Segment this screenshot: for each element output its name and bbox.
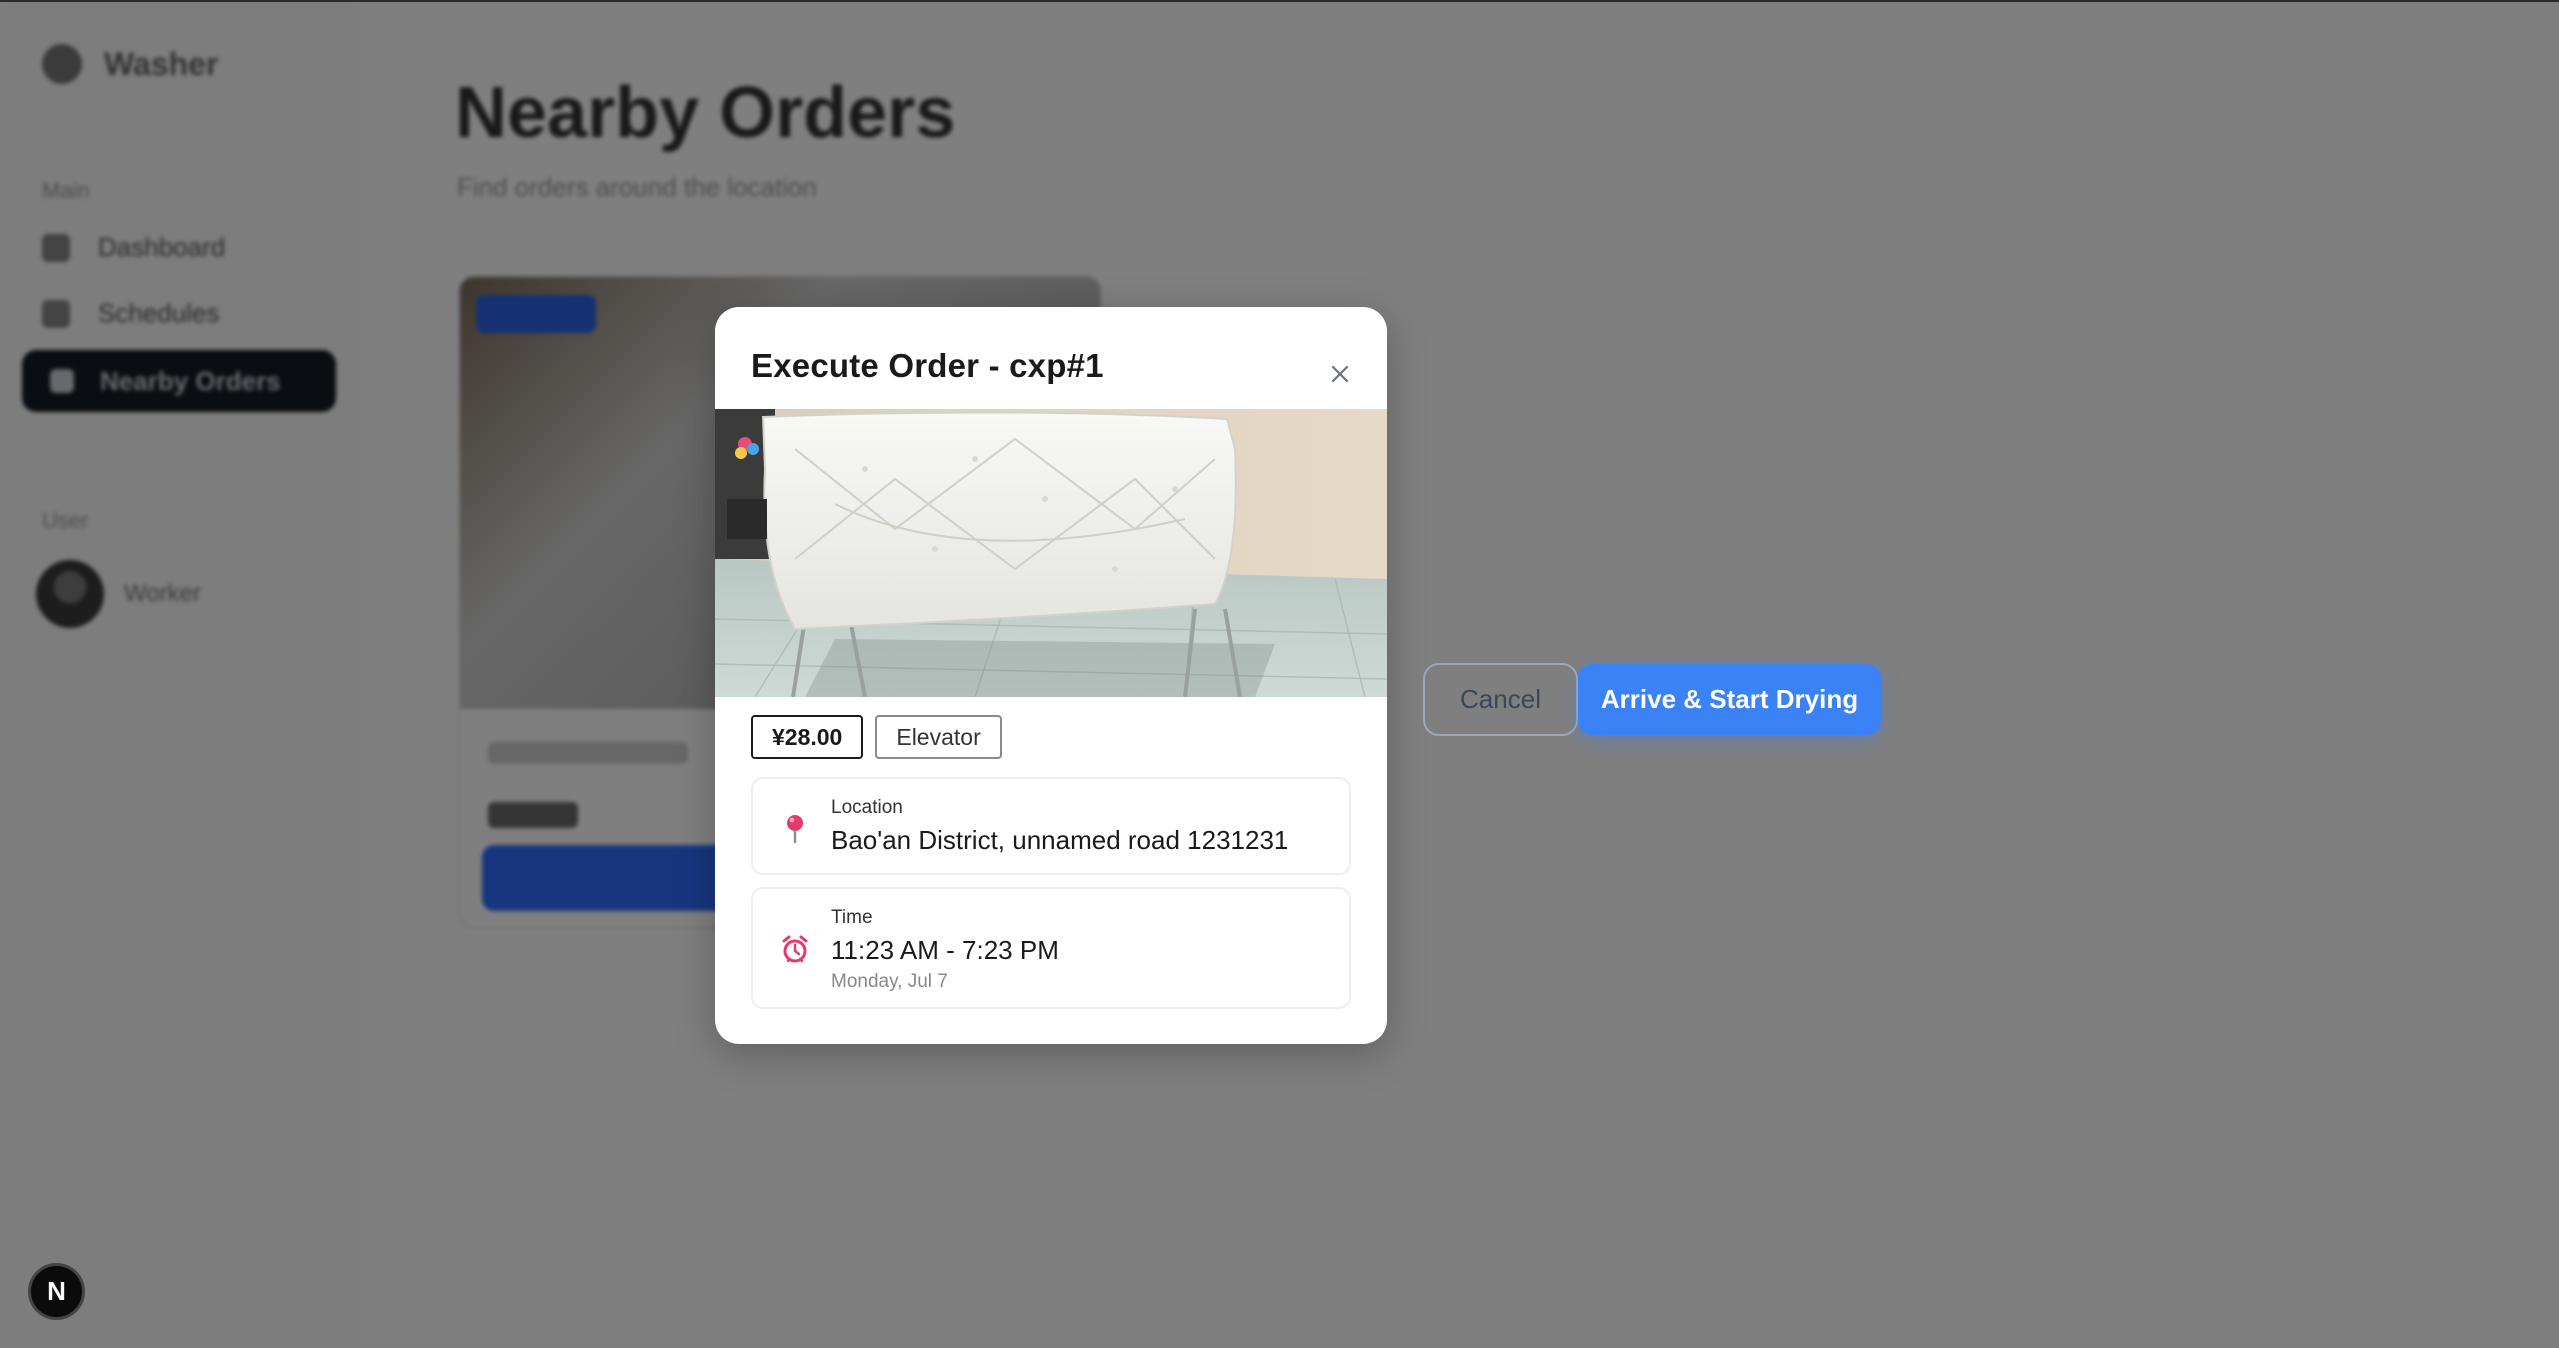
close-icon	[1331, 365, 1349, 383]
order-chips: ¥28.00 Elevator	[751, 715, 1002, 759]
location-card: Location Bao'an District, unnamed road 1…	[751, 777, 1351, 875]
time-date: Monday, Jul 7	[831, 971, 948, 992]
price-badge: ¥28.00	[751, 715, 864, 759]
quilt-photo	[715, 409, 1387, 697]
close-button[interactable]	[1323, 357, 1357, 391]
location-label: Location	[831, 797, 903, 818]
execute-order-dialog: Execute Order - cxp#1 ¥28.00 Elevator Lo…	[715, 307, 1387, 1044]
location-value: Bao'an District, unnamed road 1231231	[831, 825, 1289, 855]
map-pin-icon	[787, 815, 803, 844]
time-label: Time	[831, 907, 873, 928]
dialog-title: Execute Order - cxp#1	[751, 347, 1104, 384]
arrive-start-drying-button[interactable]: Arrive & Start Drying	[1578, 664, 1881, 735]
order-photo	[715, 409, 1387, 697]
alarm-clock-icon	[782, 935, 808, 963]
elevator-tag: Elevator	[875, 715, 1002, 759]
window-top-border	[0, 0, 2559, 2]
cancel-button[interactable]: Cancel	[1423, 663, 1578, 736]
nextjs-logo-icon: N	[47, 1276, 66, 1306]
nextjs-dev-indicator[interactable]: N	[28, 1263, 85, 1320]
time-card: Time 11:23 AM - 7:23 PM Monday, Jul 7	[751, 887, 1351, 1009]
time-value: 11:23 AM - 7:23 PM	[831, 935, 1059, 965]
